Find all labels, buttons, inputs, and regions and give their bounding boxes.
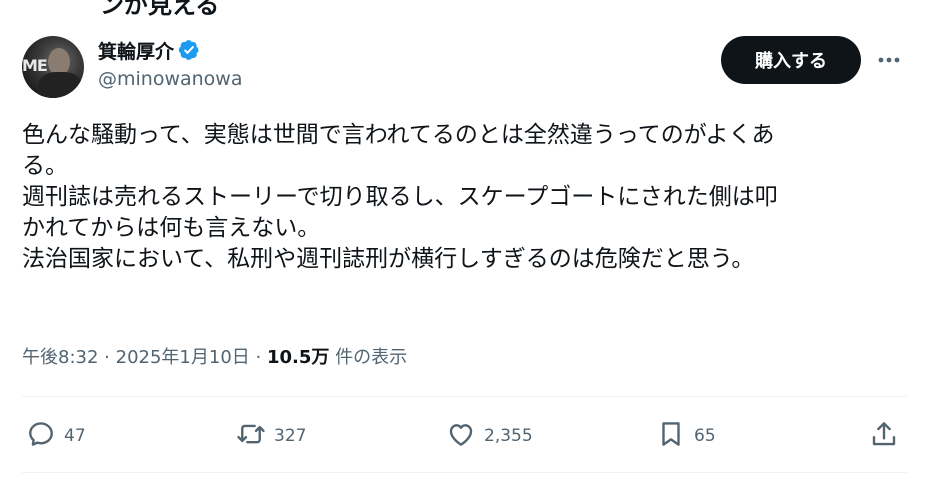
tweet-page: ンが見える ME 箕輪厚介 @minowanowa 購入する 色んな騒動って、実… <box>0 0 925 477</box>
tweet-text-line: かれてからは何も言えない。 <box>22 215 321 241</box>
more-options-icon[interactable] <box>875 46 903 74</box>
avatar[interactable]: ME <box>22 36 84 98</box>
views-count: 10.5万 <box>267 347 330 368</box>
tweet-text-line: る。 <box>22 153 68 179</box>
meta-separator: · <box>255 347 262 368</box>
reply-count: 47 <box>64 426 86 446</box>
tweet-timestamp-link[interactable]: 午後8:32 · 2025年1月10日 <box>22 347 250 368</box>
retweet-button[interactable]: 327 <box>236 412 306 460</box>
reply-icon <box>26 419 56 454</box>
tweet-time: 午後8:32 <box>22 347 99 368</box>
avatar-sign-text: ME <box>22 56 48 75</box>
tweet-text-line: 週刊誌は売れるストーリーで切り取るし、スケープゴートにされた側は叩 <box>22 184 778 210</box>
like-count: 2,355 <box>484 426 533 446</box>
tweet-text-line: 色んな騒動って、実態は世間で言われてるのとは全然違うってのがよくあ <box>22 122 775 148</box>
user-handle[interactable]: @minowanowa <box>98 68 243 90</box>
display-name-row: 箕輪厚介 <box>98 36 243 64</box>
meta-separator: · <box>104 347 110 368</box>
bookmark-button[interactable]: 65 <box>656 412 716 460</box>
verified-badge-icon[interactable] <box>178 39 200 61</box>
share-icon <box>869 419 899 454</box>
share-button[interactable] <box>869 412 899 460</box>
tweet-text-line: 法治国家において、私刑や週刊誌刑が横行しすぎるのは危険だと思う。 <box>22 246 755 272</box>
heart-icon <box>446 419 476 454</box>
reply-button[interactable]: 47 <box>26 412 86 460</box>
bookmark-icon <box>656 419 686 454</box>
tweet-header: ME 箕輪厚介 @minowanowa 購入する <box>22 36 903 100</box>
divider-bottom <box>22 472 907 473</box>
divider-top <box>22 396 907 397</box>
tweet-date: 2025年1月10日 <box>115 347 250 368</box>
buy-button[interactable]: 購入する <box>721 36 861 84</box>
display-name[interactable]: 箕輪厚介 <box>98 37 174 64</box>
action-bar: 47 327 2,355 65 <box>22 412 903 460</box>
tweet-meta: 午後8:32 · 2025年1月10日 · 10.5万 件の表示 <box>22 343 407 369</box>
author-name-block: 箕輪厚介 @minowanowa <box>98 36 243 90</box>
avatar-body <box>38 72 82 98</box>
bookmark-count: 65 <box>694 426 716 446</box>
like-button[interactable]: 2,355 <box>446 412 533 460</box>
tweet-text: 色んな騒動って、実態は世間で言われてるのとは全然違うってのがよくあ る。 週刊誌… <box>22 120 907 275</box>
previous-tweet-cutoff-text: ンが見える <box>100 0 220 19</box>
views-label: 件の表示 <box>335 347 408 368</box>
retweet-icon <box>236 419 266 454</box>
retweet-count: 327 <box>274 426 307 446</box>
